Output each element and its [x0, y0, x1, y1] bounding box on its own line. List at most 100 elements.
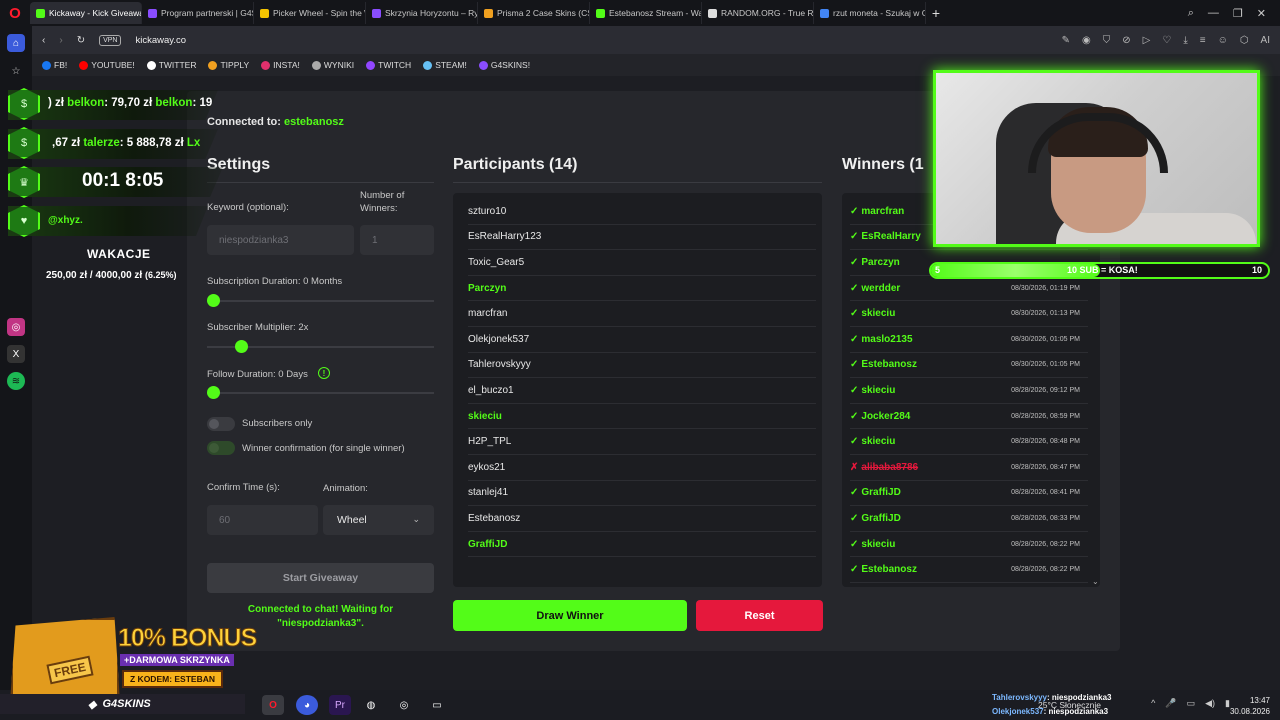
winners-count-input[interactable]: 1	[360, 225, 434, 255]
bookmark-6[interactable]: TWITCH	[366, 60, 411, 70]
explorer-icon[interactable]: ▭	[426, 695, 448, 715]
participant-row[interactable]: GraffiJD	[468, 532, 816, 558]
url-field[interactable]: kickaway.co	[135, 35, 186, 46]
winner-row[interactable]: ✓ skieciu 08/28/2026, 09:12 PM	[850, 378, 1088, 404]
reset-button[interactable]: Reset	[696, 600, 823, 631]
back-icon[interactable]: ‹	[42, 35, 45, 46]
start-giveaway-button[interactable]: Start Giveaway	[207, 563, 434, 593]
tab-1[interactable]: Program partnerski | G4S	[142, 2, 254, 24]
winner-row[interactable]: ✓ Jocker284 08/28/2026, 08:59 PM	[850, 404, 1088, 430]
participant-row[interactable]: Toxic_Gear5	[468, 250, 816, 276]
tab-5[interactable]: Estebanosz Stream - Wat	[590, 2, 702, 24]
participant-row[interactable]: szturo10	[468, 199, 816, 225]
mic-icon[interactable]: 🎤	[1165, 698, 1176, 709]
clock[interactable]: 13:47 30.08.2026	[1230, 695, 1270, 717]
bookmark-icon	[79, 60, 89, 70]
edit-icon[interactable]: ✎	[1062, 35, 1070, 46]
winner-row[interactable]: ✓ GraffiJD 08/28/2026, 08:41 PM	[850, 481, 1088, 507]
participant-row[interactable]: Olekjonek537	[468, 327, 816, 353]
participant-row[interactable]: Tahlerovskyyy	[468, 353, 816, 379]
winner-confirmation-toggle[interactable]	[207, 441, 235, 455]
ai-button[interactable]: AI	[1261, 35, 1270, 46]
bookmark-7[interactable]: STEAM!	[423, 60, 467, 70]
maximize-icon[interactable]: ❐	[1233, 7, 1243, 20]
winner-row[interactable]: ✓ maslo2135 08/30/2026, 01:05 PM	[850, 327, 1088, 353]
subscribers-only-toggle[interactable]	[207, 417, 235, 431]
steam-icon[interactable]: ◍	[360, 695, 382, 715]
winner-row[interactable]: ✓ skieciu 08/30/2026, 01:13 PM	[850, 301, 1088, 327]
home-icon[interactable]: ⌂	[7, 34, 25, 52]
tab-0[interactable]: Kickaway - Kick Giveaway	[30, 2, 142, 24]
discord-icon[interactable]: ◕	[296, 695, 318, 715]
winner-row[interactable]: ✓ werdder 08/30/2026, 01:19 PM	[850, 276, 1088, 302]
new-tab-icon[interactable]: +	[926, 5, 946, 21]
shield-icon[interactable]: ⛉	[1103, 35, 1111, 46]
draw-winner-button[interactable]: Draw Winner	[453, 600, 687, 631]
participant-row[interactable]: skieciu	[468, 404, 816, 430]
participant-row[interactable]: eykos21	[468, 455, 816, 481]
tab-7[interactable]: rzut moneta - Szukaj w Go	[814, 2, 926, 24]
winner-row[interactable]: ✓ Estebanosz 08/30/2026, 01:05 PM	[850, 353, 1088, 379]
volume-icon[interactable]: ◀)	[1205, 698, 1215, 709]
play-icon[interactable]: ▷	[1143, 35, 1151, 46]
winner-row[interactable]: ✓ Estebanosz 08/28/2026, 08:22 PM	[850, 557, 1088, 583]
ad-block-icon[interactable]: ⊘	[1122, 35, 1130, 46]
star-icon[interactable]: ☆	[7, 62, 25, 80]
download-icon[interactable]: ⤓	[1183, 35, 1187, 46]
bookmark-1[interactable]: YOUTUBE!	[79, 60, 135, 70]
participant-row[interactable]: Estebanosz	[468, 506, 816, 532]
participant-row[interactable]: H2P_TPL	[468, 429, 816, 455]
participant-row[interactable]: Parczyn	[468, 276, 816, 302]
animation-select[interactable]: Wheel ⌄	[323, 505, 434, 535]
menu-icon[interactable]: ≡	[1200, 35, 1206, 46]
heart-icon[interactable]: ♡	[1162, 35, 1171, 46]
winners-list[interactable]: ✓ marcfran ✓ EsRealHarry ✓ Parczyn ✓ werdder 08/…	[842, 193, 1100, 587]
bookmark-4[interactable]: INSTA!	[261, 60, 300, 70]
keyword-input[interactable]: niespodzianka3	[207, 225, 354, 255]
winner-row[interactable]: ✓ GraffiJD 08/28/2026, 08:33 PM	[850, 506, 1088, 532]
tab-2[interactable]: Picker Wheel - Spin the W	[254, 2, 366, 24]
x-twitter-icon[interactable]: X	[7, 345, 25, 363]
vpn-badge[interactable]: VPN	[99, 34, 122, 46]
participant-row[interactable]: el_buczo1	[468, 378, 816, 404]
multiplier-slider-handle[interactable]	[234, 340, 248, 353]
winner-row[interactable]: ✓ skieciu 08/28/2026, 08:22 PM	[850, 532, 1088, 558]
obs-icon[interactable]: ◎	[393, 695, 415, 715]
bookmark-8[interactable]: G4SKINS!	[478, 60, 530, 70]
bookmark-3[interactable]: TIPPLY	[208, 60, 249, 70]
bookmark-2[interactable]: TWITTER	[146, 60, 196, 70]
participant-row[interactable]: marcfran	[468, 301, 816, 327]
opera-icon[interactable]: O	[0, 0, 30, 26]
camera-icon[interactable]: ◉	[1082, 35, 1091, 46]
scroll-down-icon[interactable]: ⌄	[1092, 577, 1099, 586]
opera-taskbar-icon[interactable]: O	[262, 695, 284, 715]
info-icon[interactable]: !	[318, 367, 330, 379]
cube-icon[interactable]: ⬡	[1240, 35, 1249, 46]
winner-row[interactable]: ✓ skieciu 08/28/2026, 08:48 PM	[850, 429, 1088, 455]
close-icon[interactable]: ✕	[1257, 7, 1266, 20]
subscription-slider-handle[interactable]	[207, 294, 220, 307]
winners-count-label: Number of Winners:	[360, 190, 405, 214]
chevron-up-icon[interactable]: ^	[1151, 698, 1155, 709]
winner-row[interactable]: ✗ alibaba8786 08/28/2026, 08:47 PM	[850, 455, 1088, 481]
tab-3[interactable]: Skrzynia Horyzontu – Ryn	[366, 2, 478, 24]
instagram-icon[interactable]: ◎	[7, 318, 25, 336]
follow-slider-handle[interactable]	[207, 386, 220, 399]
profile-icon[interactable]: ☺	[1218, 35, 1228, 46]
forward-icon[interactable]: ›	[59, 35, 62, 46]
premiere-icon[interactable]: Pr	[329, 695, 351, 715]
reload-icon[interactable]: ↻	[77, 35, 85, 46]
network-icon[interactable]: ▭	[1187, 698, 1196, 709]
tab-6[interactable]: RANDOM.ORG - True Ran	[702, 2, 814, 24]
bookmark-5[interactable]: WYNIKI	[311, 60, 354, 70]
connected-channel[interactable]: estebanosz	[284, 116, 344, 128]
confirm-time-input[interactable]: 60	[207, 505, 318, 535]
bookmark-0[interactable]: FB!	[42, 60, 67, 70]
participant-row[interactable]: stanlej41	[468, 481, 816, 507]
tab-4[interactable]: Prisma 2 Case Skins (CS2	[478, 2, 590, 24]
spotify-icon[interactable]: ≋	[7, 372, 25, 390]
participant-row[interactable]: EsRealHarry123	[468, 225, 816, 251]
search-tabs-icon[interactable]: ⌕	[1188, 7, 1194, 20]
minimize-icon[interactable]: —	[1208, 7, 1219, 19]
participants-list[interactable]: szturo10 EsRealHarry123 Toxic_Gear5 Parczyn…	[453, 193, 822, 587]
